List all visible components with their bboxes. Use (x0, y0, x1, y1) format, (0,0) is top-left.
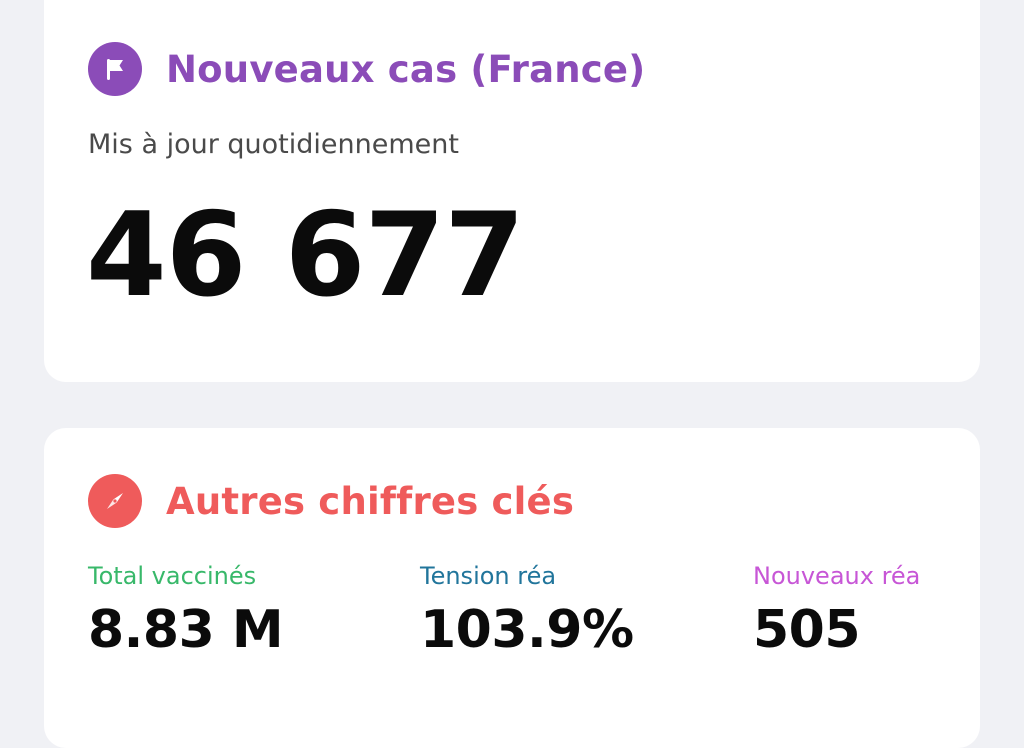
stat-total-vaccinated: Total vaccinés 8.83 M (88, 560, 284, 660)
other-figures-title: Autres chiffres clés (166, 479, 575, 523)
compass-icon (88, 474, 142, 528)
stat-label: Total vaccinés (88, 562, 257, 590)
new-cases-header: Nouveaux cas (France) (88, 42, 645, 96)
stat-label: Tension réa (420, 562, 557, 590)
other-figures-header: Autres chiffres clés (88, 474, 574, 528)
stat-value: 103.9% (420, 600, 634, 660)
stat-value: 505 (753, 600, 861, 660)
stat-new-icu: Nouveaux réa 505 (753, 560, 920, 656)
stat-value: 8.83 M (88, 600, 284, 660)
new-cases-card: Nouveaux cas (France) Mis à jour quotidi… (44, 0, 980, 382)
other-figures-card: Autres chiffres clés Total vaccinés 8.83… (44, 428, 980, 748)
new-cases-value: 46 677 (86, 188, 525, 323)
stat-label: Nouveaux réa (753, 562, 921, 590)
update-frequency-text: Mis à jour quotidiennement (88, 129, 459, 160)
stat-icu-tension: Tension réa 103.9% (420, 560, 634, 656)
flag-icon (88, 42, 142, 96)
new-cases-title: Nouveaux cas (France) (166, 47, 646, 91)
